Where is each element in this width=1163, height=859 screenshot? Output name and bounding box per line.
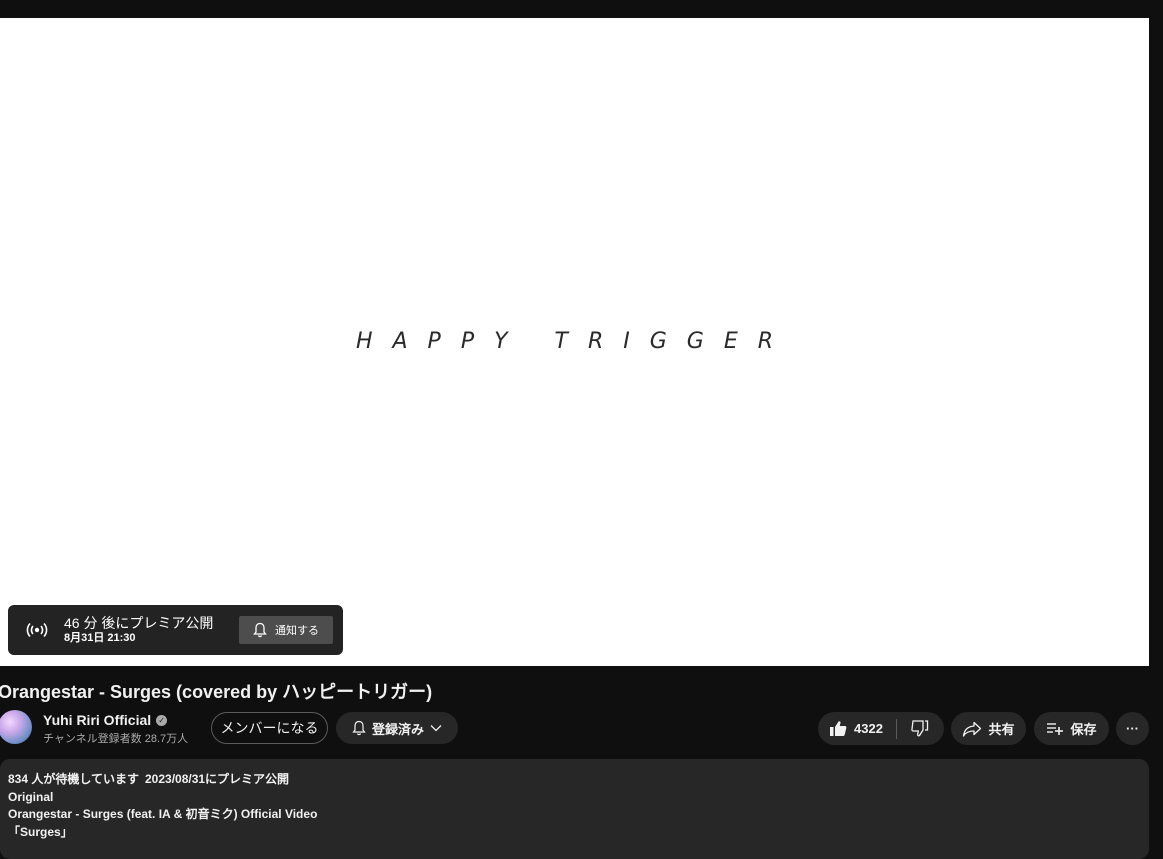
description-line: Orangestar - Surges (feat. IA & 初音ミク) Of… (8, 807, 318, 821)
chevron-down-icon (430, 724, 442, 732)
more-icon: ··· (1126, 721, 1139, 736)
video-title: Orangestar - Surges (covered by ハッピートリガー… (0, 682, 433, 702)
like-button[interactable]: 4322 (818, 718, 897, 739)
waiting-count: 834 人が待機しています (8, 772, 139, 786)
playlist-add-icon (1046, 722, 1064, 736)
thumbs-down-icon (911, 720, 929, 737)
save-button[interactable]: 保存 (1034, 712, 1109, 745)
like-count: 4322 (854, 721, 883, 736)
premiere-datetime: 8月31日 21:30 (64, 632, 136, 644)
bell-icon (352, 720, 366, 736)
description-line: Original (8, 789, 54, 804)
save-label: 保存 (1070, 722, 1097, 737)
description-line: 「Surges」 (8, 824, 73, 839)
premiere-countdown: 46 分 後にプレミア公開 8月31日 21:30 通知する (8, 605, 343, 655)
bell-icon (253, 622, 267, 638)
subscribed-label: 登録済み (371, 721, 424, 737)
thumbs-up-icon (829, 720, 847, 737)
description-meta: 834 人が待機しています 2023/08/31にプレミア公開 (8, 771, 1141, 789)
subscriber-count: チャンネル登録者数 28.7万人 (43, 733, 189, 745)
notify-button[interactable]: 通知する (239, 616, 333, 644)
description-box[interactable]: 834 人が待機しています 2023/08/31にプレミア公開 Original … (0, 759, 1149, 859)
premiere-date: 2023/08/31にプレミア公開 (145, 772, 290, 786)
verified-icon: ✓ (156, 714, 168, 726)
video-frame-text: HAPPY TRIGGER (355, 329, 794, 354)
share-label: 共有 (988, 722, 1015, 737)
live-broadcast-icon (26, 619, 48, 641)
channel-name-link[interactable]: Yuhi Riri Official ✓ (43, 712, 168, 728)
top-bar (0, 0, 1163, 18)
share-button[interactable]: 共有 (951, 712, 1026, 745)
notify-label: 通知する (275, 625, 319, 637)
share-arrow-icon (962, 721, 982, 737)
channel-row: Yuhi Riri Official ✓ チャンネル登録者数 28.7万人 メン… (0, 708, 1163, 748)
join-membership-button[interactable]: メンバーになる (211, 712, 328, 744)
premiere-countdown-text: 46 分 後にプレミア公開 (64, 615, 214, 631)
subscribed-button[interactable]: 登録済み (336, 712, 458, 744)
video-player[interactable]: HAPPY TRIGGER (0, 18, 1149, 666)
dislike-button[interactable] (897, 720, 944, 737)
like-dislike-group: 4322 (818, 712, 944, 745)
channel-avatar[interactable] (0, 710, 32, 744)
channel-name[interactable]: Yuhi Riri Official (43, 712, 151, 728)
more-actions-button[interactable]: ··· (1116, 712, 1149, 745)
